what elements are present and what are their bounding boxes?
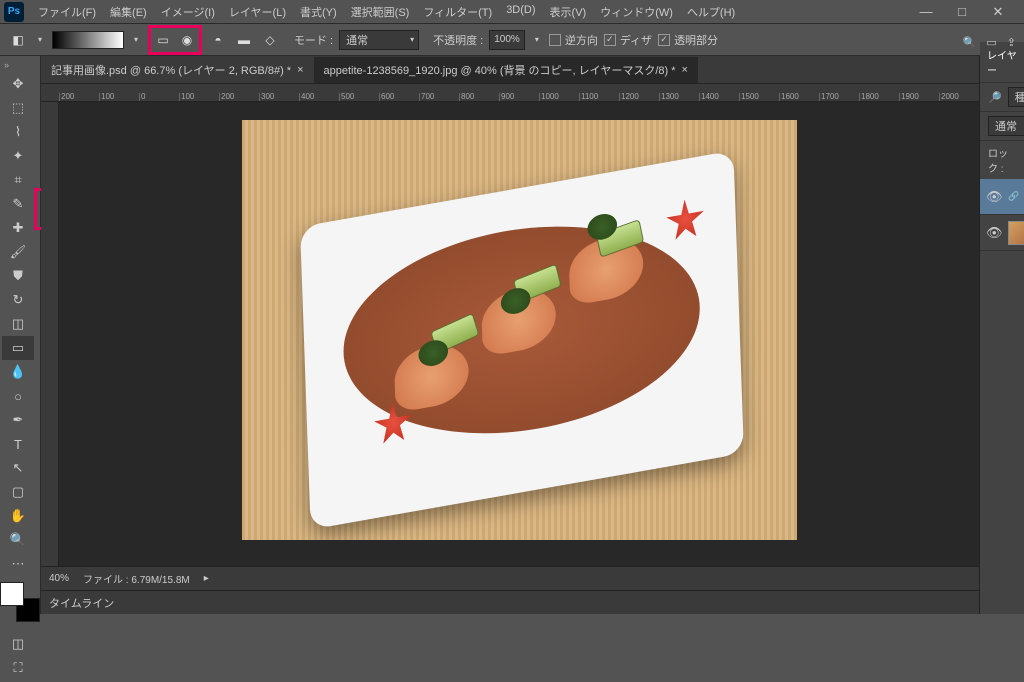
menubar: ファイル(F) 編集(E) イメージ(I) レイヤー(L) 書式(Y) 選択範囲… bbox=[32, 2, 741, 22]
document-area: 記事用画像.psd @ 66.7% (レイヤー 2, RGB/8#) *× ap… bbox=[41, 56, 979, 614]
view-extras-icon[interactable]: ▭ bbox=[986, 36, 996, 49]
wand-tool-icon[interactable]: ✦ bbox=[2, 144, 34, 168]
chevron-down-icon[interactable]: ▾ bbox=[130, 31, 142, 49]
options-bar: ◧ ▾ ▾ ▭ ◉ ◓ ▬ ◇ モード : 通常 不透明度 : 100% ▾ 逆… bbox=[0, 24, 1024, 56]
angle-gradient-icon[interactable]: ◓ bbox=[208, 30, 228, 50]
visibility-icon[interactable]: 👁 bbox=[986, 225, 1002, 241]
panels: レイヤー パス チャンネル 文字 ヒストリー ≡ 🔎 種類 ▦ ◐ T ▢ ◫ … bbox=[979, 56, 1024, 614]
radial-gradient-icon[interactable]: ◉ bbox=[177, 30, 197, 50]
layer-row[interactable]: 👁背景🔒 bbox=[980, 215, 1024, 251]
toolbox: » ✥ ⬚ ⌇ ✦ ⌗ ✎ ✚ 🖌 ⛊ ↻ ◫ ▭ 💧 ○ ✒ T ↖ ▢ ✋ … bbox=[0, 56, 41, 614]
menu-3d[interactable]: 3D(D) bbox=[500, 2, 541, 22]
menu-type[interactable]: 書式(Y) bbox=[294, 2, 343, 22]
menu-filter[interactable]: フィルター(T) bbox=[417, 2, 498, 22]
quickmask-icon[interactable]: ◫ bbox=[2, 632, 34, 656]
menu-view[interactable]: 表示(V) bbox=[544, 2, 593, 22]
type-tool-icon[interactable]: T bbox=[2, 432, 34, 456]
linear-gradient-icon[interactable]: ▭ bbox=[153, 30, 173, 50]
gradient-tool-icon[interactable]: ▭ bbox=[2, 336, 34, 360]
history-brush-icon[interactable]: ↻ bbox=[2, 288, 34, 312]
status-bar: 40% ファイル : 6.79M/15.8M ▸ bbox=[41, 566, 979, 590]
close-icon[interactable]: ✕ bbox=[984, 4, 1012, 20]
blur-tool-icon[interactable]: 💧 bbox=[2, 360, 34, 384]
opacity-input[interactable]: 100% bbox=[489, 30, 525, 50]
lock-label: ロック : bbox=[988, 145, 1015, 175]
eyedropper-tool-icon[interactable]: ✎ bbox=[2, 192, 34, 216]
document-tab[interactable]: 記事用画像.psd @ 66.7% (レイヤー 2, RGB/8#) *× bbox=[41, 57, 314, 83]
stamp-tool-icon[interactable]: ⛊ bbox=[2, 264, 34, 288]
canvas[interactable] bbox=[59, 102, 979, 566]
layer-filter-select[interactable]: 種類 bbox=[1008, 87, 1024, 107]
mode-label: モード : bbox=[294, 32, 333, 48]
transparency-checkbox[interactable]: ✓透明部分 bbox=[658, 32, 718, 48]
path-select-icon[interactable]: ↖ bbox=[2, 456, 34, 480]
share-icon[interactable]: ⇪ bbox=[1007, 36, 1016, 49]
chevron-down-icon[interactable]: ▾ bbox=[34, 31, 46, 49]
chevron-right-icon[interactable]: ▸ bbox=[204, 573, 209, 584]
search-icon[interactable]: 🔍 bbox=[963, 36, 977, 49]
titlebar: Ps ファイル(F) 編集(E) イメージ(I) レイヤー(L) 書式(Y) 選… bbox=[0, 0, 1024, 24]
file-info[interactable]: ファイル : 6.79M/15.8M bbox=[83, 571, 190, 586]
move-tool-icon[interactable]: ✥ bbox=[2, 72, 34, 96]
heal-tool-icon[interactable]: ✚ bbox=[2, 216, 34, 240]
dodge-tool-icon[interactable]: ○ bbox=[2, 384, 34, 408]
layer-row[interactable]: 👁🔗背景 のコピー bbox=[980, 179, 1024, 215]
menu-help[interactable]: ヘルプ(H) bbox=[681, 2, 741, 22]
window-controls: — □ ✕ bbox=[912, 4, 1020, 20]
lasso-tool-icon[interactable]: ⌇ bbox=[2, 120, 34, 144]
minimize-icon[interactable]: — bbox=[912, 4, 940, 20]
panel-tabs: レイヤー パス チャンネル 文字 ヒストリー ≡ bbox=[980, 56, 1024, 82]
document-tabs: 記事用画像.psd @ 66.7% (レイヤー 2, RGB/8#) *× ap… bbox=[41, 56, 979, 84]
menu-edit[interactable]: 編集(E) bbox=[104, 2, 153, 22]
menu-image[interactable]: イメージ(I) bbox=[155, 2, 221, 22]
zoom-level[interactable]: 40% bbox=[49, 573, 69, 584]
chevron-down-icon[interactable]: ▾ bbox=[531, 31, 543, 49]
gradient-type-group-highlight: ▭ ◉ bbox=[148, 25, 202, 55]
document-tab[interactable]: appetite-1238569_1920.jpg @ 40% (背景 のコピー… bbox=[314, 57, 698, 83]
color-swatches[interactable] bbox=[0, 582, 40, 622]
menu-layer[interactable]: レイヤー(L) bbox=[223, 2, 292, 22]
menu-window[interactable]: ウィンドウ(W) bbox=[594, 2, 679, 22]
menu-file[interactable]: ファイル(F) bbox=[32, 2, 102, 22]
dither-checkbox[interactable]: ✓ディザ bbox=[604, 32, 652, 48]
app-logo: Ps bbox=[4, 2, 24, 22]
ruler-horizontal: 2001000100200300400500600700800900100011… bbox=[41, 84, 979, 102]
gradient-preview[interactable] bbox=[52, 31, 124, 49]
crop-tool-icon[interactable]: ⌗ bbox=[2, 168, 34, 192]
layer-thumb[interactable] bbox=[1008, 221, 1024, 245]
reverse-checkbox[interactable]: 逆方向 bbox=[549, 32, 598, 48]
zoom-tool-icon[interactable]: 🔍 bbox=[2, 528, 34, 552]
timeline-panel[interactable]: タイムライン bbox=[41, 590, 979, 614]
blend-mode-select[interactable]: 通常 bbox=[339, 30, 419, 50]
hand-tool-icon[interactable]: ✋ bbox=[2, 504, 34, 528]
marquee-tool-icon[interactable]: ⬚ bbox=[2, 96, 34, 120]
maximize-icon[interactable]: □ bbox=[948, 4, 976, 20]
pen-tool-icon[interactable]: ✒ bbox=[2, 408, 34, 432]
eraser-tool-icon[interactable]: ◫ bbox=[2, 312, 34, 336]
menu-select[interactable]: 選択範囲(S) bbox=[345, 2, 416, 22]
more-tools-icon[interactable]: ⋯ bbox=[2, 552, 34, 576]
opacity-label: 不透明度 : bbox=[433, 32, 483, 48]
reflected-gradient-icon[interactable]: ▬ bbox=[234, 30, 254, 50]
fg-color[interactable] bbox=[0, 582, 24, 606]
tool-preset-icon[interactable]: ◧ bbox=[8, 30, 28, 50]
blend-select[interactable]: 通常 bbox=[988, 116, 1024, 136]
screenmode-icon[interactable]: ⛶ bbox=[2, 656, 34, 680]
shape-tool-icon[interactable]: ▢ bbox=[2, 480, 34, 504]
ruler-vertical bbox=[41, 102, 59, 566]
brush-tool-icon[interactable]: 🖌 bbox=[2, 240, 34, 264]
right-bar-icons: 🔍 ▭ ⇪ bbox=[963, 36, 1016, 49]
filter-icon[interactable]: 🔎 bbox=[988, 91, 1002, 104]
close-tab-icon[interactable]: × bbox=[297, 64, 303, 76]
close-tab-icon[interactable]: × bbox=[682, 64, 688, 76]
diamond-gradient-icon[interactable]: ◇ bbox=[260, 30, 280, 50]
visibility-icon[interactable]: 👁 bbox=[986, 189, 1002, 205]
image-content bbox=[242, 120, 797, 540]
